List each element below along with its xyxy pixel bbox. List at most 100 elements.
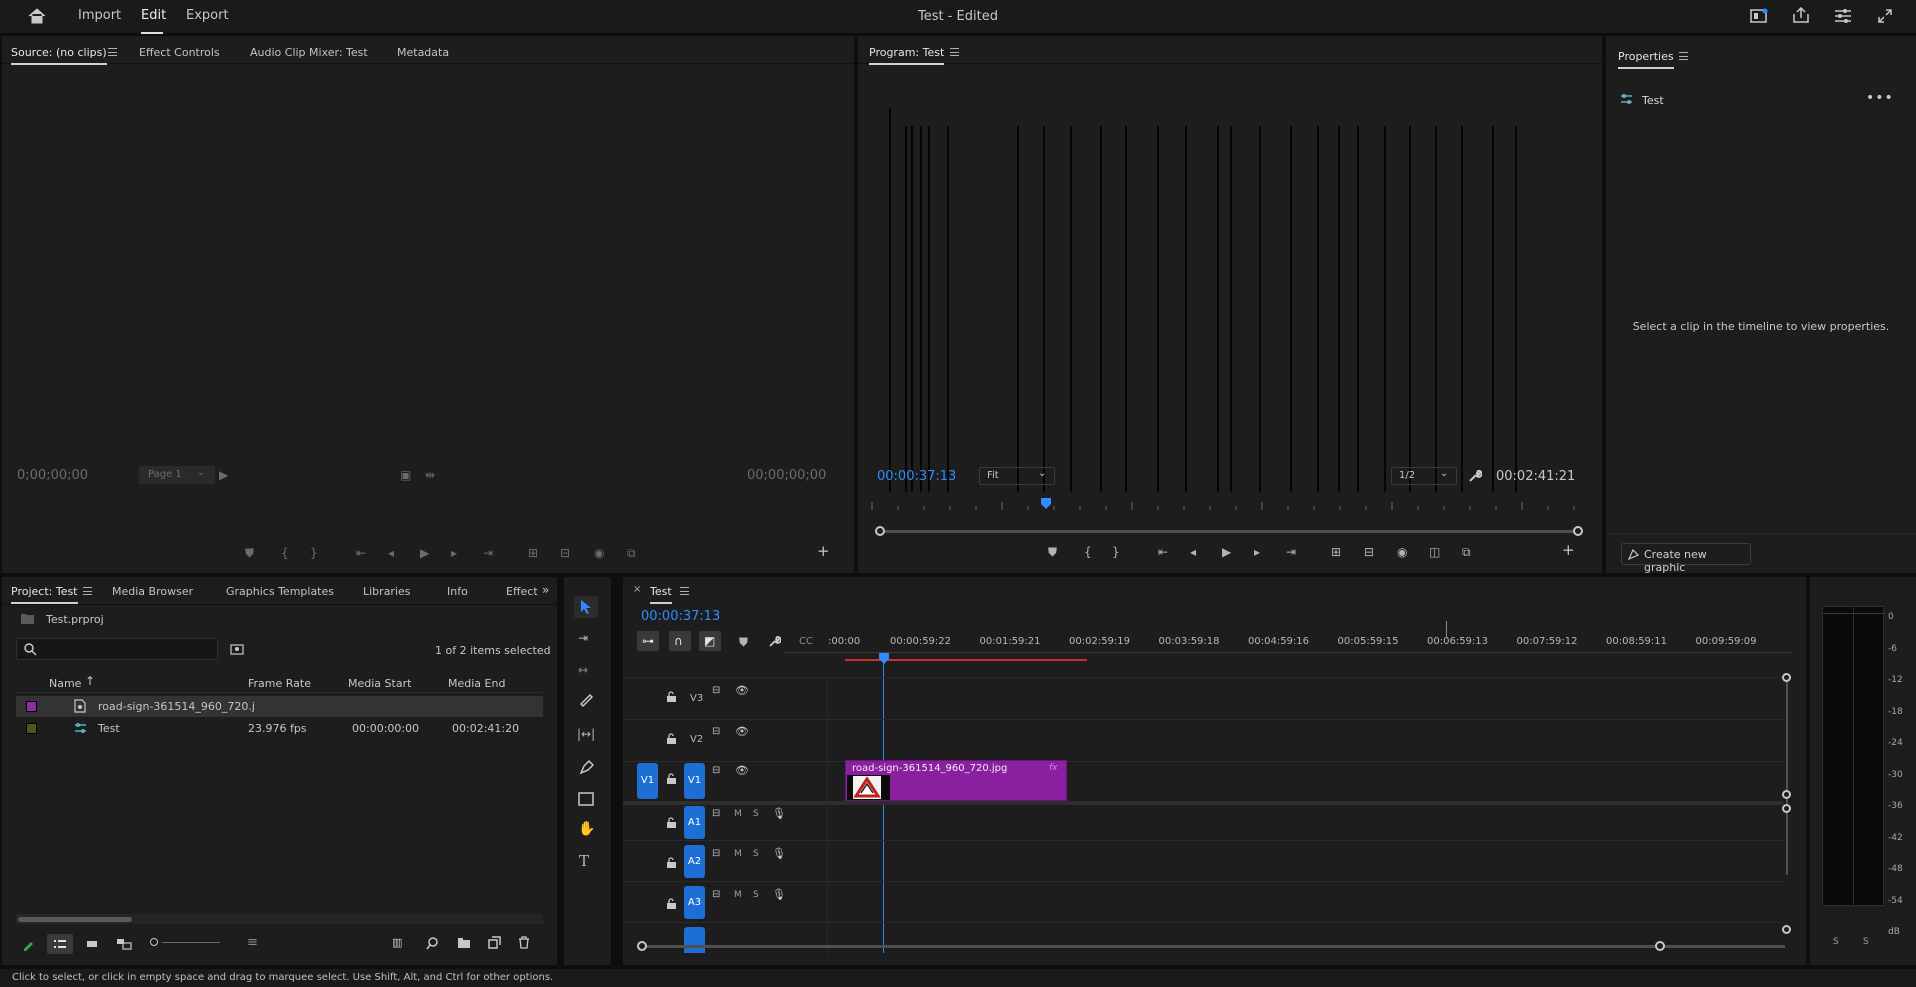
- hand-tool-icon[interactable]: ✋: [578, 822, 595, 836]
- sync-lock-icon[interactable]: ⊟: [712, 685, 720, 696]
- table-row[interactable]: road-sign-361514_960_720.j: [16, 696, 543, 717]
- eye-icon[interactable]: 👁: [735, 725, 749, 738]
- tab-effects[interactable]: Effects: [506, 585, 538, 598]
- insert-icon[interactable]: ⊞: [528, 546, 538, 560]
- source-timecode-left[interactable]: 0;00;00;00: [17, 468, 88, 483]
- track-select-tool-icon[interactable]: ⇥: [578, 631, 588, 645]
- share-icon[interactable]: [1792, 7, 1810, 24]
- button-settings-icon[interactable]: ⧉: [1462, 545, 1471, 559]
- track-target-v1[interactable]: V1: [684, 763, 705, 799]
- timeline-menu-icon[interactable]: [680, 587, 689, 595]
- horizontal-scrollbar-thumb[interactable]: [18, 917, 132, 922]
- add-button-icon[interactable]: +: [817, 544, 830, 559]
- sort-ascending-icon[interactable]: ↑: [85, 674, 95, 688]
- sync-lock-icon[interactable]: ⊟: [712, 848, 720, 859]
- mute-button[interactable]: M: [734, 809, 742, 819]
- new-search-bin-icon[interactable]: [230, 643, 244, 655]
- add-marker-icon[interactable]: ⛊: [1048, 545, 1057, 559]
- tab-media-browser[interactable]: Media Browser: [112, 585, 193, 598]
- zoom-select[interactable]: Fit ⌄: [979, 467, 1055, 485]
- program-zoom-scrollbar[interactable]: [880, 530, 1578, 533]
- properties-menu-icon[interactable]: [1679, 52, 1688, 60]
- create-new-graphic-button[interactable]: Create new graphic: [1621, 543, 1751, 574]
- source-menu-icon[interactable]: [108, 48, 117, 56]
- step-back-icon[interactable]: ◂: [388, 546, 394, 560]
- playhead-handle[interactable]: [878, 652, 890, 666]
- microphone-icon[interactable]: 🎙: [772, 847, 786, 860]
- tab-project[interactable]: Project: Test: [11, 585, 78, 604]
- more-panels-icon[interactable]: »: [542, 583, 549, 597]
- track-target-a3[interactable]: A3: [684, 886, 705, 919]
- razor-tool-icon[interactable]: [578, 692, 594, 708]
- column-media-end[interactable]: Media End: [448, 677, 505, 690]
- resolution-select[interactable]: 1/2 ⌄: [1391, 467, 1457, 485]
- export-frame-icon[interactable]: ◉: [1397, 545, 1407, 559]
- play-icon[interactable]: ▶: [1222, 545, 1231, 559]
- go-to-out-icon[interactable]: ⇥: [1286, 545, 1296, 559]
- sync-lock-icon[interactable]: ⊟: [712, 726, 720, 737]
- program-menu-icon[interactable]: [950, 48, 959, 56]
- solo-button[interactable]: S: [753, 809, 759, 819]
- play-page-icon[interactable]: ▶: [219, 468, 228, 482]
- sort-icons-icon[interactable]: ≡: [247, 935, 258, 950]
- pencil-icon[interactable]: [22, 938, 35, 951]
- eye-icon[interactable]: 👁: [735, 684, 749, 697]
- zoom-slider-track[interactable]: [162, 942, 220, 943]
- program-monitor-view[interactable]: [888, 72, 1540, 492]
- lock-icon[interactable]: [666, 817, 677, 829]
- safe-margins-icon[interactable]: ▣: [400, 468, 411, 482]
- automate-to-sequence-icon[interactable]: ▥: [392, 936, 402, 949]
- play-icon[interactable]: ▶: [420, 546, 429, 560]
- trash-icon[interactable]: [518, 936, 530, 949]
- tab-program[interactable]: Program: Test: [869, 46, 945, 65]
- tab-graphics-templates[interactable]: Graphics Templates: [226, 585, 334, 598]
- column-name[interactable]: Name: [49, 677, 81, 690]
- tab-libraries[interactable]: Libraries: [363, 585, 411, 598]
- go-to-out-icon[interactable]: ⇥: [483, 546, 493, 560]
- scroll-handle-left[interactable]: [637, 941, 647, 951]
- page-select[interactable]: Page 1 ⌄: [139, 466, 215, 484]
- selection-tool-button[interactable]: [574, 596, 598, 618]
- label-color-swatch[interactable]: [26, 723, 37, 734]
- mark-in-icon[interactable]: {: [281, 546, 289, 560]
- mute-button[interactable]: M: [734, 849, 742, 859]
- panels-icon[interactable]: [1834, 8, 1852, 23]
- step-forward-icon[interactable]: ▸: [451, 546, 457, 560]
- find-icon[interactable]: [426, 937, 439, 950]
- lift-icon[interactable]: ⊞: [1331, 545, 1341, 559]
- type-tool-icon[interactable]: T: [579, 854, 589, 869]
- tab-audio-clip-mixer[interactable]: Audio Clip Mixer: Test: [250, 46, 368, 59]
- step-back-icon[interactable]: ◂: [1190, 545, 1196, 559]
- lock-icon[interactable]: [666, 898, 677, 910]
- pen-tool-icon[interactable]: [579, 759, 595, 775]
- go-to-in-icon[interactable]: ⇤: [356, 546, 366, 560]
- export-frame-icon[interactable]: ◉: [594, 546, 604, 560]
- wrench-icon[interactable]: [1468, 469, 1482, 483]
- track-target-a4-partial[interactable]: [684, 927, 705, 953]
- scroll-handle-bottom[interactable]: [1782, 925, 1791, 934]
- close-icon[interactable]: ×: [633, 584, 641, 595]
- tab-metadata[interactable]: Metadata: [397, 46, 449, 59]
- project-search-input[interactable]: [16, 638, 218, 660]
- eye-icon[interactable]: 👁: [735, 764, 749, 777]
- rectangle-tool-icon[interactable]: [578, 792, 594, 806]
- track-label[interactable]: V3: [690, 693, 703, 704]
- microphone-icon[interactable]: 🎙: [772, 888, 786, 901]
- column-media-start[interactable]: Media Start: [348, 677, 411, 690]
- more-options-icon[interactable]: •••: [1866, 90, 1894, 106]
- table-row[interactable]: Test 23.976 fps 00:00:00:00 00:02:41:20: [16, 718, 543, 739]
- scroll-handle-left[interactable]: [875, 526, 885, 536]
- track-label[interactable]: V2: [690, 734, 703, 745]
- microphone-icon[interactable]: 🎙: [772, 807, 786, 820]
- scroll-handle-top[interactable]: [1782, 673, 1791, 682]
- sync-lock-icon[interactable]: ⊟: [712, 765, 720, 776]
- source-patch-v1[interactable]: V1: [637, 763, 658, 799]
- sync-lock-icon[interactable]: ⊟: [712, 808, 720, 819]
- workspaces-icon[interactable]: [1750, 8, 1768, 24]
- program-timecode[interactable]: 00:00:37:13: [877, 469, 956, 484]
- solo-button[interactable]: S: [753, 849, 759, 859]
- track-target-a2[interactable]: A2: [684, 845, 705, 878]
- tab-source[interactable]: Source: (no clips): [11, 46, 107, 65]
- slip-tool-icon[interactable]: |↔|: [577, 727, 595, 741]
- scroll-handle-bottom[interactable]: [1782, 790, 1791, 799]
